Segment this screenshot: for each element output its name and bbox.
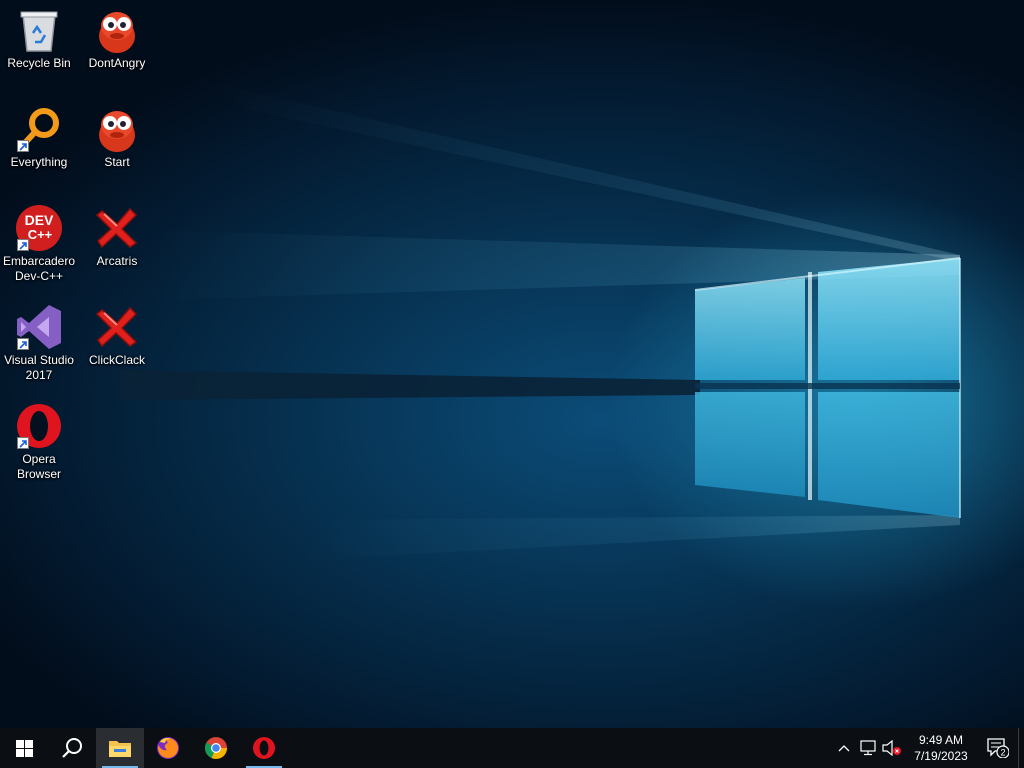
clock-date: 7/19/2023 [914, 749, 968, 763]
desktop: Recycle Bin DontAngry Everything Start D… [0, 0, 1024, 728]
system-tray: 9:49 AM 7/19/2023 2 [832, 728, 1024, 768]
magnifier-icon [15, 105, 63, 153]
desktop-icon-everything[interactable]: Everything [1, 105, 77, 170]
visual-studio-icon [15, 303, 63, 351]
start-button[interactable] [0, 728, 48, 768]
folder-icon [109, 741, 131, 757]
icon-label: Everything [10, 155, 68, 169]
dontangry-icon [93, 105, 141, 153]
shortcut-arrow-icon [17, 140, 29, 152]
taskbar-opera[interactable] [240, 728, 288, 768]
icon-label: Visual Studio 2017 [4, 353, 74, 382]
chrome-icon [205, 737, 227, 759]
icon-label: ClickClack [88, 353, 145, 367]
icon-label: Arcatris [96, 254, 138, 268]
show-hidden-icons-button[interactable] [832, 728, 856, 768]
action-center-button[interactable]: 2 [978, 728, 1018, 768]
icon-label: DontAngry [88, 56, 146, 70]
notification-count: 2 [1000, 748, 1005, 758]
dev-cpp-icon: DEV C++ [15, 204, 63, 252]
desktop-icon-recycle-bin[interactable]: Recycle Bin [1, 6, 77, 71]
desktop-icon-visual-studio[interactable]: Visual Studio 2017 [1, 303, 77, 383]
recycle-bin-icon [15, 6, 63, 54]
firefox-icon [157, 737, 179, 759]
shortcut-arrow-icon [17, 437, 29, 449]
red-x-icon [93, 303, 141, 351]
show-desktop-button[interactable] [1018, 728, 1024, 768]
icon-label: Opera Browser [16, 452, 61, 481]
volume-muted-icon [882, 740, 901, 756]
icon-label: Recycle Bin [7, 56, 71, 70]
search-icon [62, 738, 82, 758]
svg-text:C++: C++ [28, 227, 53, 242]
desktop-icon-dontangry[interactable]: DontAngry [79, 6, 155, 71]
red-x-icon [93, 204, 141, 252]
desktop-icon-dev-cpp[interactable]: DEV C++ Embarcadero Dev-C++ [1, 204, 77, 284]
icon-label: Embarcadero Dev-C++ [2, 254, 76, 283]
desktop-icon-start[interactable]: Start [79, 105, 155, 170]
desktop-icon-arcatris[interactable]: Arcatris [79, 204, 155, 269]
windows-logo-icon [15, 739, 33, 757]
shortcut-arrow-icon [17, 239, 29, 251]
dontangry-icon [93, 6, 141, 54]
desktop-icon-clickclack[interactable]: ClickClack [79, 303, 155, 368]
taskbar-clock[interactable]: 9:49 AM 7/19/2023 [904, 732, 978, 764]
chevron-up-icon [838, 745, 850, 752]
network-icon [860, 740, 876, 756]
clock-time: 9:49 AM [918, 733, 964, 747]
network-button[interactable] [856, 728, 880, 768]
taskbar-file-explorer[interactable] [96, 728, 144, 768]
opera-icon [253, 737, 275, 759]
icon-label: Start [104, 155, 130, 169]
svg-text:DEV: DEV [25, 212, 54, 228]
taskbar-firefox[interactable] [144, 728, 192, 768]
search-button[interactable] [48, 728, 96, 768]
volume-button[interactable] [880, 728, 904, 768]
notification-icon: 2 [987, 738, 1009, 758]
desktop-icon-opera[interactable]: Opera Browser [1, 402, 77, 482]
opera-icon [15, 402, 63, 450]
taskbar-chrome[interactable] [192, 728, 240, 768]
taskbar: 9:49 AM 7/19/2023 2 [0, 728, 1024, 768]
shortcut-arrow-icon [17, 338, 29, 350]
